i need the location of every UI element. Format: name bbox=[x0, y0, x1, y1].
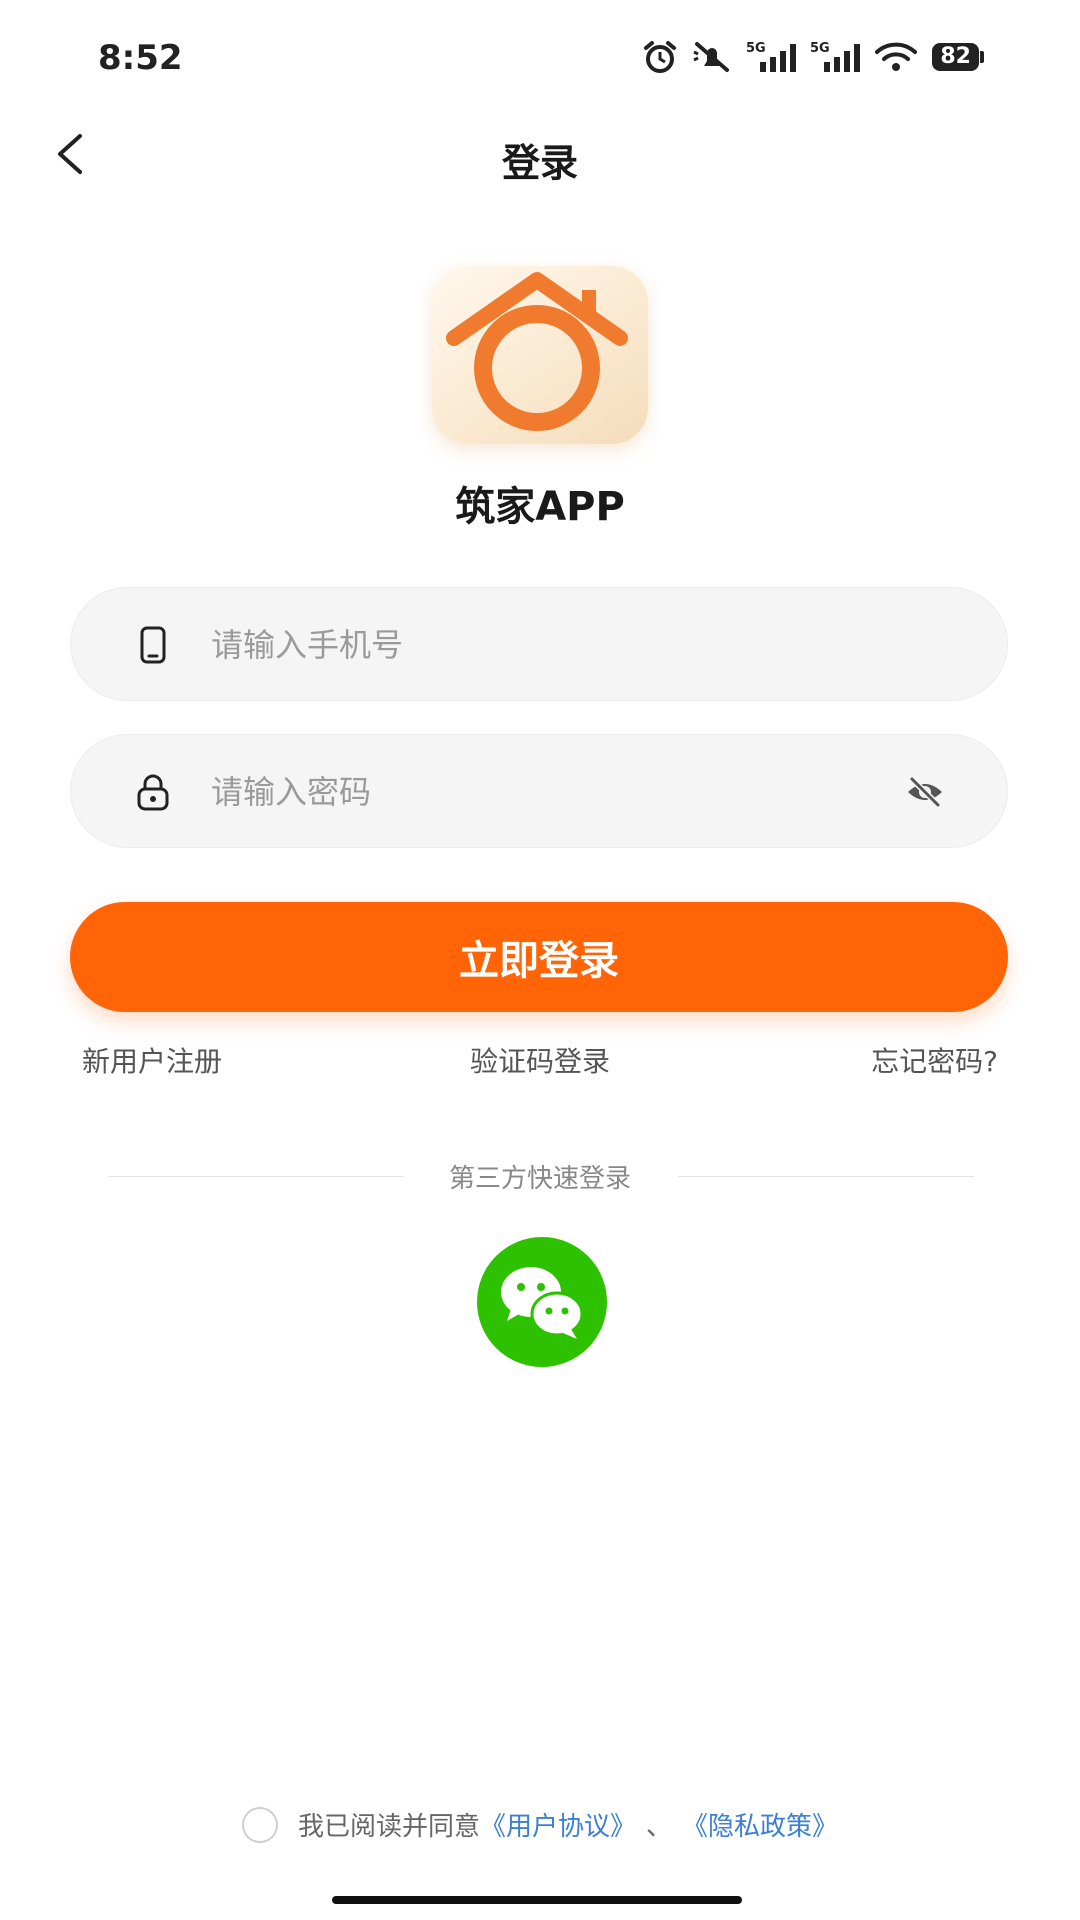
home-indicator[interactable] bbox=[332, 1896, 742, 1904]
password-field[interactable] bbox=[70, 734, 1008, 849]
login-page: 8:52 5G 5G 82 登录 筑家APP 请输入手机号 立即登录 新用户注册… bbox=[0, 0, 1080, 1920]
phone-input[interactable] bbox=[211, 588, 851, 702]
battery-icon: 82 bbox=[932, 43, 984, 71]
house-icon bbox=[446, 272, 628, 431]
password-input[interactable] bbox=[211, 735, 851, 849]
login-button[interactable]: 立即登录 bbox=[70, 902, 1008, 1012]
sms-login-label[interactable]: 验证码登录 bbox=[470, 1045, 610, 1078]
agreement-row: 我已阅读并同意 《用户协议》 、 《隐私政策》 bbox=[0, 1806, 1080, 1843]
wechat-icon bbox=[477, 1237, 607, 1367]
status-time: 8:52 bbox=[98, 38, 183, 78]
signal-icon: 5G bbox=[810, 41, 861, 72]
agreement-separator: 、 bbox=[646, 1812, 673, 1842]
alarm-icon bbox=[644, 41, 677, 73]
network-label-1: 5G bbox=[746, 41, 766, 56]
battery-cap bbox=[980, 51, 984, 63]
app-logo bbox=[432, 266, 648, 444]
signal-icon: 5G bbox=[746, 41, 797, 72]
divider-right bbox=[678, 1176, 974, 1177]
page-title: 登录 bbox=[501, 141, 578, 185]
eye-off-icon[interactable] bbox=[905, 772, 945, 812]
mute-icon bbox=[693, 42, 730, 72]
status-bar: 8:52 5G 5G 82 bbox=[0, 0, 1080, 110]
status-icons: 5G 5G 82 bbox=[642, 40, 984, 74]
battery-level: 82 bbox=[932, 43, 979, 71]
phone-icon bbox=[140, 626, 166, 664]
app-name: 筑家APP bbox=[455, 484, 625, 530]
privacy-policy-link[interactable]: 《隐私政策》 bbox=[682, 1806, 838, 1843]
wifi-icon bbox=[875, 42, 918, 71]
lock-icon bbox=[137, 774, 169, 811]
agreement-prefix: 我已阅读并同意 bbox=[297, 1812, 480, 1842]
network-label-2: 5G bbox=[810, 41, 830, 56]
phone-field[interactable] bbox=[70, 587, 1008, 702]
wechat-login-button[interactable] bbox=[477, 1237, 607, 1367]
agree-checkbox[interactable] bbox=[241, 1806, 278, 1843]
forgot-password-link[interactable]: 忘记密码? bbox=[871, 1040, 998, 1080]
user-agreement-link[interactable]: 《用户协议》 bbox=[480, 1806, 636, 1843]
